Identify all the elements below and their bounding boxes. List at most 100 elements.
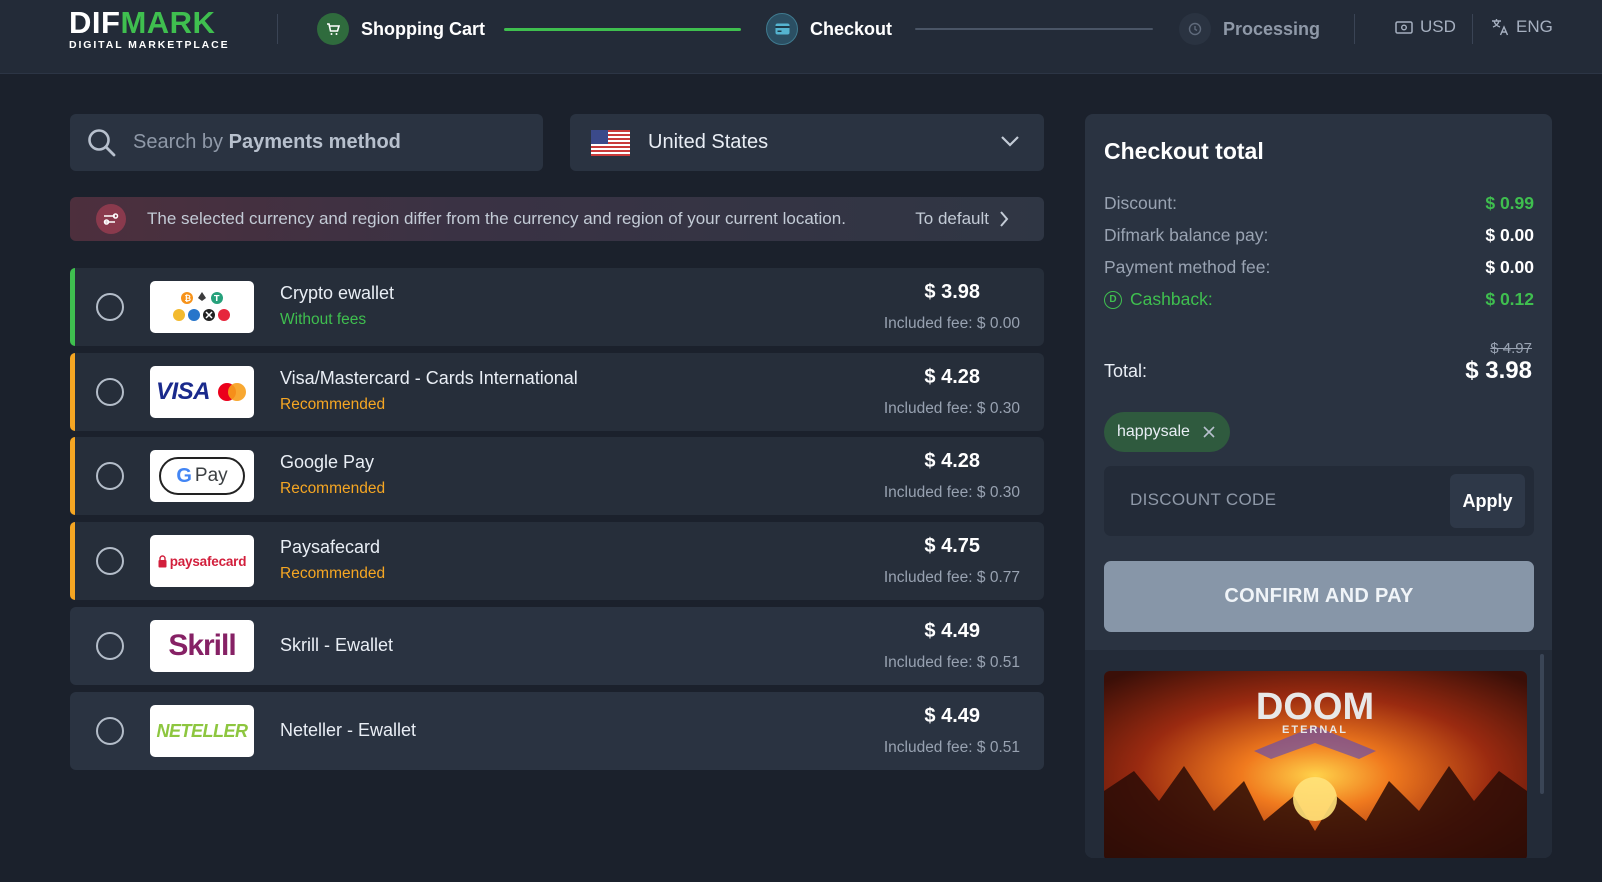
discount-code-input[interactable]: DISCOUNT CODE (1130, 490, 1276, 510)
payment-name: Paysafecard (280, 537, 381, 557)
logo-text-green: MARK (120, 5, 216, 40)
crypto-logo: ₿ T (150, 281, 254, 333)
payment-option-visa-mastercard[interactable]: VISA Visa/Mastercard - Cards Internation… (70, 353, 1044, 431)
payment-radio[interactable] (96, 547, 124, 575)
payment-option-paysafecard[interactable]: paysafecard Paysafecard Recommended $ 4.… (70, 522, 1044, 600)
checkout-title: Checkout total (1104, 138, 1264, 164)
row-accent (70, 437, 75, 515)
panel-scrollbar[interactable] (1540, 654, 1544, 794)
apply-button[interactable]: Apply (1450, 474, 1525, 528)
payment-option-skrill[interactable]: Skrill Skrill - Ewallet $ 4.49 Included … (70, 607, 1044, 685)
currency-selector[interactable]: USD (1395, 17, 1456, 37)
game-cover-image: DOOM ETERNAL (1104, 671, 1527, 858)
chevron-right-icon (1000, 211, 1009, 227)
neteller-logo: NETELLER (150, 705, 254, 757)
payment-fee: Included fee: $ 0.30 (883, 400, 1020, 417)
search-icon (88, 128, 116, 156)
logo-tagline: DIGITAL MARKETPLACE (69, 39, 230, 51)
svg-text:₿: ₿ (185, 294, 192, 303)
to-default-link[interactable]: To default (915, 209, 1009, 229)
country-selected: United States (648, 131, 769, 153)
payment-subtitle: Without fees (280, 311, 367, 328)
payment-radio[interactable] (96, 378, 124, 406)
row-accent (70, 522, 75, 600)
mastercard-icon (218, 383, 246, 401)
game-card-doom-eternal[interactable]: DOOM ETERNAL (1104, 671, 1527, 858)
payment-search-input[interactable]: Search by Payments method (70, 114, 543, 171)
game-logo-subtitle: ETERNAL (1282, 724, 1348, 736)
payment-option-neteller[interactable]: NETELLER Neteller - Ewallet $ 4.49 Inclu… (70, 692, 1044, 770)
payment-price: $ 4.49 (924, 705, 980, 727)
step-checkout[interactable]: Checkout (766, 12, 892, 46)
payment-option-crypto[interactable]: ₿ T Crypto ewallet Without fees $ 3.98 I… (70, 268, 1044, 346)
payment-fee: Included fee: $ 0.30 (883, 484, 1020, 501)
header-divider (277, 14, 278, 44)
paysafe-logo-text: paysafecard (169, 553, 247, 569)
skrill-logo-text: Skrill (168, 629, 236, 662)
paysafecard-logo: paysafecard (150, 535, 254, 587)
payment-radio[interactable] (96, 293, 124, 321)
payment-subtitle: Recommended (280, 396, 386, 413)
step-progress-line-pending (915, 28, 1153, 30)
payment-fee: Included fee: $ 0.51 (883, 654, 1020, 671)
cashback-icon: D (1104, 290, 1122, 309)
payment-option-google-pay[interactable]: G Pay Google Pay Recommended $ 4.28 Incl… (70, 437, 1044, 515)
summary-value: $ 0.00 (1485, 257, 1534, 277)
header-divider (1472, 14, 1473, 44)
confirm-and-pay-button[interactable]: CONFIRM AND PAY (1104, 561, 1534, 632)
payment-fee: Included fee: $ 0.77 (883, 569, 1020, 586)
neteller-logo-text: NETELLER (156, 720, 248, 741)
payment-price: $ 4.28 (924, 450, 980, 472)
step-processing: Processing (1179, 12, 1320, 46)
payment-subtitle: Recommended (280, 480, 386, 497)
payment-price: $ 3.98 (924, 281, 980, 303)
payment-name: Visa/Mastercard - Cards International (280, 368, 578, 388)
payment-radio[interactable] (96, 462, 124, 490)
language-selector[interactable]: ENG (1491, 17, 1553, 37)
summary-value: $ 0.99 (1485, 193, 1534, 213)
payment-radio[interactable] (96, 717, 124, 745)
step-label: Shopping Cart (361, 18, 485, 39)
language-label: ENG (1516, 17, 1553, 36)
summary-method-fee: Payment method fee: $ 0.00 (1104, 257, 1534, 281)
currency-label: USD (1420, 17, 1456, 36)
padlock-icon (158, 554, 167, 567)
row-accent (70, 353, 75, 431)
country-select[interactable]: United States (570, 114, 1044, 171)
search-placeholder: Search by Payments method (133, 131, 401, 153)
gpay-logo-text: Pay (194, 465, 228, 486)
step-shopping-cart[interactable]: Shopping Cart (317, 12, 485, 46)
region-warning-banner: The selected currency and region differ … (70, 197, 1044, 241)
summary-value: $ 0.12 (1485, 289, 1534, 309)
logo-text-white: DIF (69, 5, 121, 40)
top-header: DIFMARK DIGITAL MARKETPLACE Shopping Car… (0, 0, 1602, 74)
payment-fee: Included fee: $ 0.00 (883, 315, 1020, 332)
clock-icon (1179, 13, 1211, 45)
step-label: Checkout (810, 18, 893, 39)
payment-price: $ 4.49 (924, 620, 980, 642)
summary-label: Payment method fee: (1104, 257, 1271, 277)
google-pay-logo: G Pay (150, 450, 254, 502)
payment-radio[interactable] (96, 632, 124, 660)
step-progress-line-complete (504, 28, 741, 31)
cart-icon (317, 13, 349, 45)
close-icon[interactable] (1202, 425, 1216, 439)
difmark-logo[interactable]: DIFMARK DIGITAL MARKETPLACE (69, 5, 241, 51)
payment-name: Crypto ewallet (280, 283, 395, 303)
header-divider (1354, 14, 1355, 44)
total-value: $ 3.98 (1465, 357, 1532, 384)
discount-code-box: DISCOUNT CODE Apply (1104, 466, 1534, 536)
payment-name: Skrill - Ewallet (280, 635, 394, 655)
skrill-logo: Skrill (150, 620, 254, 672)
to-default-label: To default (915, 209, 989, 228)
payment-fee: Included fee: $ 0.51 (883, 739, 1020, 756)
us-flag-icon (591, 129, 630, 156)
translate-icon (1492, 19, 1509, 36)
payment-name: Neteller - Ewallet (280, 720, 417, 740)
visa-logo-text: VISA (155, 378, 211, 405)
chevron-down-icon (1001, 136, 1019, 147)
summary-discount: Discount: $ 0.99 (1104, 193, 1534, 217)
payment-price: $ 4.75 (924, 535, 980, 557)
svg-text:T: T (214, 294, 220, 303)
summary-label: Discount: (1104, 193, 1177, 213)
